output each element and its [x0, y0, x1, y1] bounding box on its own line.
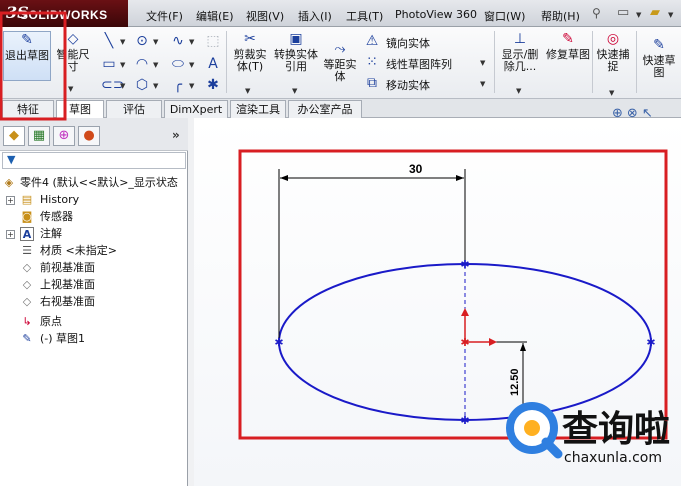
dimension-horizontal-value[interactable]: 30 [409, 162, 423, 176]
watermark: 查询啦 chaxunla.com [502, 398, 678, 470]
sketch-point-icon[interactable]: ✱ [460, 258, 469, 271]
sketch-point-icon[interactable]: ✱ [646, 336, 655, 349]
origin-arrow-icon [461, 308, 469, 316]
solidworks-window: 3S SOLIDWORKS 文件(F) 编辑(E) 视图(V) 插入(I) 工具… [0, 0, 681, 486]
arrowhead-icon [456, 175, 464, 181]
sketch-point-icon[interactable]: ✱ [460, 414, 469, 427]
arrowhead-icon [280, 175, 288, 181]
watermark-brand-name: 查询啦 [562, 409, 671, 450]
watermark-url: chaxunla.com [564, 450, 662, 466]
dimension-vertical-value[interactable]: 12.50 [509, 368, 521, 396]
origin-arrow-icon [489, 338, 497, 346]
exit-sketch-highlight-box [0, 11, 67, 121]
sketch-center-point-icon[interactable]: ✱ [460, 336, 469, 349]
arrowhead-icon [520, 343, 526, 351]
sketch-point-icon[interactable]: ✱ [274, 336, 283, 349]
